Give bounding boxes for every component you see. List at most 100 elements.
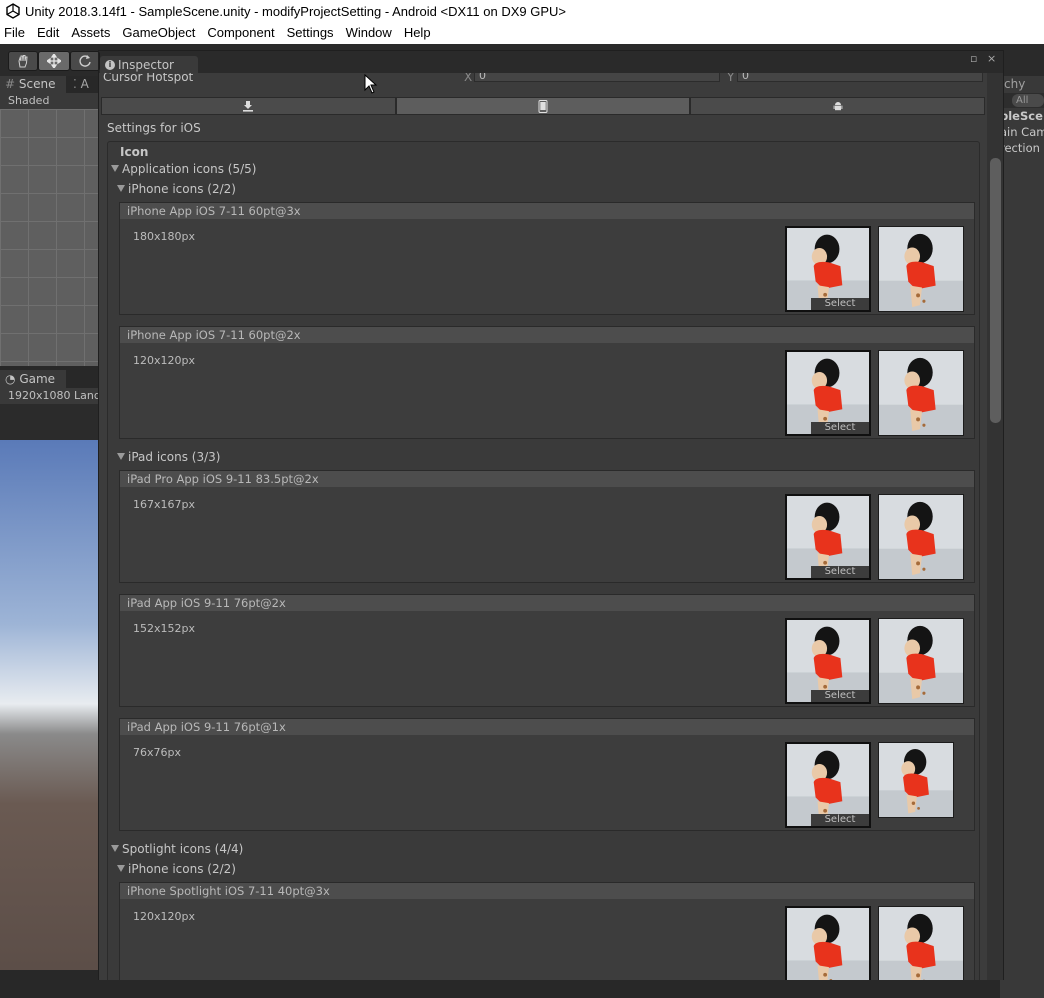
hierarchy-scene-item[interactable]: pleSce bbox=[1000, 108, 1044, 124]
tab-scene-label: Scene bbox=[18, 77, 56, 91]
select-button[interactable]: Select bbox=[811, 814, 869, 826]
icon-preview bbox=[878, 906, 964, 980]
scene-shading-mode[interactable]: Shaded bbox=[0, 93, 100, 109]
foldout-arrow-icon bbox=[117, 453, 125, 460]
menu-window[interactable]: Window bbox=[340, 22, 398, 44]
scene-viewport[interactable] bbox=[0, 109, 100, 366]
menu-edit[interactable]: Edit bbox=[31, 22, 65, 44]
close-icon[interactable]: × bbox=[987, 52, 996, 65]
hierarchy-light-item[interactable]: rection bbox=[1000, 140, 1044, 156]
icon-texture-field[interactable]: Select bbox=[785, 350, 871, 436]
icon-preview-image bbox=[879, 743, 953, 817]
icon-slot-title: iPad Pro App iOS 9-11 83.5pt@2x bbox=[120, 471, 974, 487]
icon-slot-size: 167x167px bbox=[133, 498, 195, 511]
icon-preview-image bbox=[879, 907, 963, 980]
icon-section-title: Icon bbox=[120, 145, 149, 159]
menu-component[interactable]: Component bbox=[201, 22, 280, 44]
icon-texture-field[interactable]: Select bbox=[785, 226, 871, 312]
icon-preview-image bbox=[879, 351, 963, 435]
icon-texture-field[interactable]: Select bbox=[785, 618, 871, 704]
icon-slot-size: 76x76px bbox=[133, 746, 181, 759]
info-icon: i bbox=[105, 59, 115, 70]
settings-for-ios-title: Settings for iOS bbox=[107, 121, 201, 135]
icon-slot-ipad-76pt-2x: iPad App iOS 9-11 76pt@2x 152x152px Sele… bbox=[119, 594, 975, 707]
inspector-scrollbar-thumb[interactable] bbox=[990, 158, 1001, 423]
icon-slot-size: 180x180px bbox=[133, 230, 195, 243]
application-icons-foldout[interactable]: Application icons (5/5) bbox=[111, 162, 256, 176]
hotspot-x-field[interactable]: 0 bbox=[474, 73, 720, 82]
icon-slot-ipad-76pt-1x: iPad App iOS 9-11 76pt@1x 76x76px Select bbox=[119, 718, 975, 831]
menu-settings[interactable]: Settings bbox=[281, 22, 340, 44]
icon-texture-field[interactable] bbox=[785, 906, 871, 980]
select-button[interactable]: Select bbox=[811, 690, 869, 702]
grid-icon: # bbox=[5, 77, 16, 91]
icon-texture-field[interactable]: Select bbox=[785, 742, 871, 828]
foldout-arrow-icon bbox=[111, 845, 119, 852]
spotlight-iphone-icons-foldout[interactable]: iPhone icons (2/2) bbox=[117, 862, 236, 876]
icon-slot-title: iPhone App iOS 7-11 60pt@3x bbox=[120, 203, 974, 219]
icon-slot-iphone-60pt-2x: iPhone App iOS 7-11 60pt@2x 120x120px Se… bbox=[119, 326, 975, 439]
rotate-icon bbox=[79, 55, 91, 67]
tab-inspector[interactable]: i Inspector bbox=[100, 56, 198, 73]
select-button[interactable]: Select bbox=[811, 298, 869, 310]
hotspot-x-label: X bbox=[464, 73, 473, 84]
rotate-tool-button[interactable] bbox=[70, 51, 100, 71]
window-controls: ▫ × bbox=[970, 52, 996, 65]
hierarchy-search-input[interactable]: All bbox=[1012, 94, 1044, 107]
icon-preview-image bbox=[879, 619, 963, 703]
game-resolution-dropdown[interactable]: 1920x1080 Land bbox=[0, 388, 100, 404]
menu-help[interactable]: Help bbox=[398, 22, 437, 44]
title-bar: Unity 2018.3.14f1 - SampleScene.unity - … bbox=[0, 0, 1044, 22]
menu-bar: File Edit Assets GameObject Component Se… bbox=[0, 22, 1044, 44]
foldout-arrow-icon bbox=[111, 165, 119, 172]
spotlight-iphone-icons-label: iPhone icons (2/2) bbox=[128, 862, 236, 876]
icon-slot-title: iPad App iOS 9-11 76pt@1x bbox=[120, 719, 974, 735]
tab-animator[interactable]: ⁚ A bbox=[68, 76, 102, 93]
platform-tab-standalone[interactable] bbox=[101, 97, 396, 115]
menu-file[interactable]: File bbox=[0, 22, 31, 44]
icon-slot-size: 120x120px bbox=[133, 910, 195, 923]
icon-slot-title: iPad App iOS 9-11 76pt@2x bbox=[120, 595, 974, 611]
icon-preview-image bbox=[787, 908, 869, 980]
icon-texture-field[interactable]: Select bbox=[785, 494, 871, 580]
unity-logo-icon bbox=[6, 3, 20, 19]
hotspot-y-field[interactable]: 0 bbox=[737, 73, 983, 82]
inspector-body: Cursor Hotspot X 0 Y 0 Settings for iOS … bbox=[99, 73, 987, 980]
hierarchy-search[interactable]: All bbox=[1000, 93, 1044, 108]
platform-tab-ios[interactable] bbox=[395, 97, 691, 115]
menu-gameobject[interactable]: GameObject bbox=[116, 22, 201, 44]
icon-preview bbox=[878, 494, 964, 580]
cursor-hotspot-row: Cursor Hotspot X 0 Y 0 bbox=[99, 73, 987, 87]
select-button[interactable]: Select bbox=[811, 422, 869, 434]
tab-inspector-label: Inspector bbox=[118, 57, 174, 72]
spotlight-icons-label: Spotlight icons (4/4) bbox=[122, 842, 244, 856]
cursor-hotspot-label: Cursor Hotspot bbox=[103, 73, 194, 84]
tab-hierarchy[interactable]: chy bbox=[1000, 76, 1044, 93]
iphone-icons-foldout[interactable]: iPhone icons (2/2) bbox=[117, 182, 236, 196]
icon-preview-image bbox=[879, 227, 963, 311]
android-icon bbox=[833, 102, 843, 111]
phone-icon bbox=[538, 99, 548, 113]
icon-preview-image bbox=[879, 495, 963, 579]
move-tool-button[interactable] bbox=[38, 51, 70, 71]
maximize-icon[interactable]: ▫ bbox=[970, 52, 977, 65]
icon-slot-iphone-spotlight-40pt-3x: iPhone Spotlight iOS 7-11 40pt@3x 120x12… bbox=[119, 882, 975, 980]
icon-preview bbox=[878, 226, 964, 312]
hand-tool-button[interactable] bbox=[8, 51, 38, 71]
tab-game-label: Game bbox=[19, 372, 56, 386]
foldout-arrow-icon bbox=[117, 185, 125, 192]
hierarchy-camera-item[interactable]: ain Cam bbox=[1000, 124, 1044, 140]
spotlight-icons-foldout[interactable]: Spotlight icons (4/4) bbox=[111, 842, 243, 856]
move-icon bbox=[47, 54, 61, 68]
menu-assets[interactable]: Assets bbox=[65, 22, 116, 44]
hotspot-y-label: Y bbox=[727, 73, 735, 84]
tab-game[interactable]: ◔ Game bbox=[0, 370, 66, 388]
icon-slot-title: iPhone Spotlight iOS 7-11 40pt@3x bbox=[120, 883, 974, 899]
ipad-icons-foldout[interactable]: iPad icons (3/3) bbox=[117, 450, 220, 464]
foldout-arrow-icon bbox=[117, 865, 125, 872]
platform-tab-android[interactable] bbox=[690, 97, 986, 115]
ipad-icons-label: iPad icons (3/3) bbox=[128, 450, 221, 464]
select-button[interactable]: Select bbox=[811, 566, 869, 578]
tab-scene[interactable]: # Scene bbox=[0, 76, 66, 93]
icon-preview bbox=[878, 618, 964, 704]
